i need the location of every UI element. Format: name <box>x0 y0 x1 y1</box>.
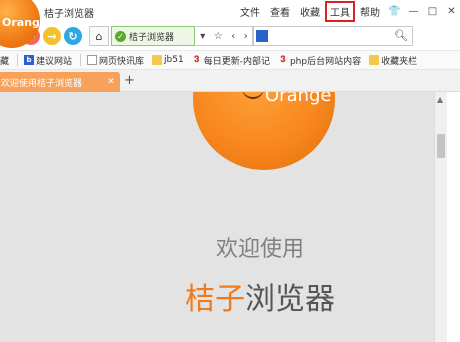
bookmark-label: 建议网站 <box>36 56 73 67</box>
bookmark-jb51[interactable]: jb51 <box>152 55 184 65</box>
home-icon[interactable]: ⌂ <box>89 26 109 46</box>
bookmark-web-slice[interactable]: 网页快讯库 <box>87 54 144 67</box>
bookmark-label: 每日更新-内部记 <box>203 56 270 67</box>
document-icon <box>87 55 98 65</box>
bookmark-label: jb51 <box>164 55 184 65</box>
close-button[interactable]: ✕ <box>443 3 460 19</box>
tab-welcome[interactable]: 欢迎使用桔子浏览器 ✕ <box>0 72 120 92</box>
welcome-text: 欢迎使用 <box>215 237 304 262</box>
bookmark-label: 藏 <box>0 56 10 67</box>
close-icon[interactable]: ✕ <box>105 77 117 87</box>
bookmark-label: 网页快讯库 <box>99 56 145 67</box>
chevron-left-icon[interactable]: ‹ <box>231 31 235 42</box>
baidu-icon: b <box>24 55 35 65</box>
orange-mascot: Orange <box>193 92 335 170</box>
bookmark-label: php后台网站内容 <box>289 56 362 67</box>
tab-title: 欢迎使用桔子浏览器 <box>1 78 83 89</box>
page-content: Orange 欢迎使用 桔子浏览器 <box>0 92 434 342</box>
bookmark-folder-favorites[interactable]: 藏 <box>0 54 9 67</box>
chevron-down-icon[interactable]: ▾ <box>200 31 205 42</box>
browser-window: Orange 桔子浏览器 文件 查看 收藏 工具 帮助 👕 — □ ✕ ← → … <box>0 0 460 342</box>
menu-view[interactable]: 查看 <box>266 2 294 21</box>
scroll-thumb[interactable] <box>437 134 445 158</box>
maximize-button[interactable]: □ <box>424 3 441 19</box>
search-icon[interactable]: 🔍︎ <box>394 29 408 42</box>
site-3-icon: 𝟑 <box>194 55 200 65</box>
refresh-button[interactable]: ↻ <box>64 27 82 45</box>
chevron-right-icon[interactable]: › <box>244 31 248 42</box>
secure-site-badge[interactable]: ✓ 桔子浏览器 <box>111 26 195 46</box>
bookmark-php-admin[interactable]: 𝟑 php后台网站内容 <box>278 54 361 67</box>
bookmarks-bar: 藏 b 建议网站 网页快讯库 jb51 𝟑 每日更新-内部记 𝟑 php后台网站… <box>0 50 460 70</box>
menu-bar: 文件 查看 收藏 工具 帮助 👕 — □ ✕ <box>234 0 460 22</box>
menu-tools[interactable]: 工具 <box>325 0 355 22</box>
forward-button[interactable]: → <box>43 27 61 45</box>
menu-favorites[interactable]: 收藏 <box>296 2 324 21</box>
vertical-scrollbar[interactable]: ▲ <box>434 92 447 342</box>
window-title: 桔子浏览器 <box>44 9 94 20</box>
bookmark-favorites-bar[interactable]: 收藏夹栏 <box>369 54 417 67</box>
divider <box>17 54 19 66</box>
bookmark-daily-update[interactable]: 𝟑 每日更新-内部记 <box>192 54 270 67</box>
tab-bar: 欢迎使用桔子浏览器 ✕ + <box>0 70 460 92</box>
smile-shape <box>242 92 264 99</box>
product-name: 桔子浏览器 <box>0 274 434 318</box>
search-engine-icon[interactable]: 🐾 <box>256 30 268 42</box>
secure-site-label: 桔子浏览器 <box>129 32 175 43</box>
product-name-accent: 桔子 <box>185 282 245 317</box>
bookmark-suggested-sites[interactable]: b 建议网站 <box>24 54 72 67</box>
site-3-icon: 𝟑 <box>280 55 286 65</box>
window-edge <box>447 92 460 342</box>
title-bar: Orange 桔子浏览器 文件 查看 收藏 工具 帮助 👕 — □ ✕ <box>0 0 460 48</box>
menu-file[interactable]: 文件 <box>236 2 264 21</box>
navigation-bar: ← → ↻ ⌂ ✓ 桔子浏览器 ▾ ☆ ‹ › 🐾 🔍︎ ✂ <box>0 22 460 63</box>
star-icon[interactable]: ☆ <box>214 31 223 42</box>
shield-icon: ✓ <box>115 30 126 42</box>
minimize-button[interactable]: — <box>405 3 422 19</box>
address-area: ⌂ ✓ 桔子浏览器 ▾ ☆ ‹ › 🐾 🔍︎ <box>89 26 413 46</box>
folder-icon <box>152 55 163 65</box>
address-tools: ▾ ☆ ‹ › <box>196 26 253 46</box>
mascot-text: Orange <box>265 92 332 106</box>
new-tab-button[interactable]: + <box>124 73 135 88</box>
product-name-rest: 浏览器 <box>245 282 335 317</box>
bookmark-label: 收藏夹栏 <box>381 56 418 67</box>
scroll-up-icon[interactable]: ▲ <box>437 95 443 104</box>
search-input[interactable]: 🐾 🔍︎ <box>253 26 413 46</box>
logo-text: Orange <box>2 16 48 29</box>
menu-help[interactable]: 帮助 <box>356 2 384 21</box>
divider <box>80 54 82 66</box>
skin-icon[interactable]: 👕 <box>386 3 403 19</box>
folder-icon <box>369 55 380 65</box>
